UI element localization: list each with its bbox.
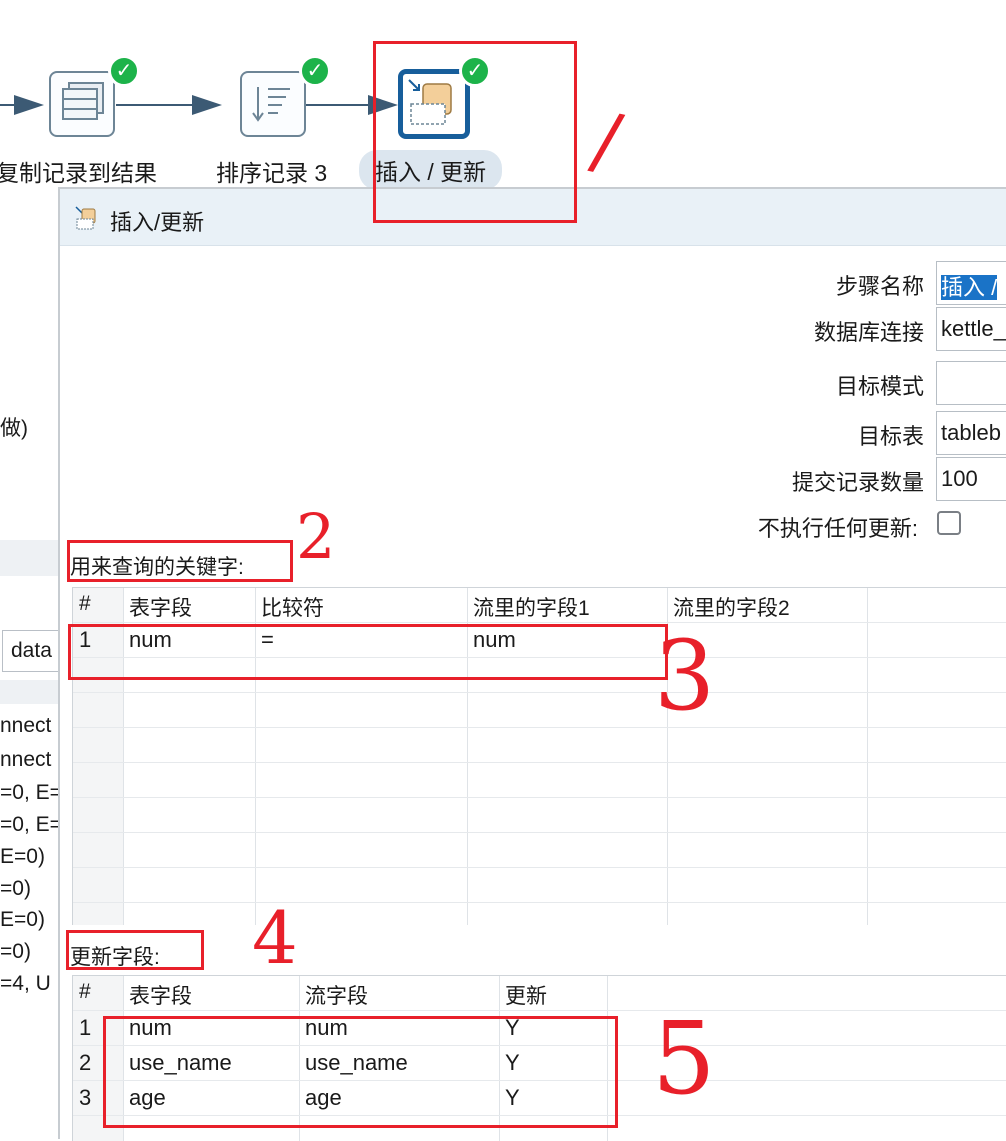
hop-line (306, 104, 374, 106)
commit-size-input[interactable]: 100 (936, 457, 1006, 501)
log-line: =4, U (0, 972, 51, 995)
annotation-number-2: 2 (296, 500, 336, 573)
log-toolbar (0, 540, 60, 576)
sort-icon (252, 87, 290, 122)
annotation-box-2 (67, 540, 293, 582)
log-line: =0) (0, 877, 31, 900)
annotation-box-5 (103, 1016, 618, 1128)
copy-rows-icon (62, 82, 104, 120)
table-row[interactable] (73, 763, 1006, 798)
step-label-copy-rows[interactable]: 复制记录到结果 (0, 154, 157, 188)
commit-size-label: 提交记录数量 (791, 470, 924, 495)
log-line: E=0) (0, 908, 45, 931)
success-check-icon: ✓ (299, 55, 331, 87)
no-update-label: 不执行任何更新: (757, 516, 918, 541)
step-label-sort-rows[interactable]: 排序记录 3 (216, 154, 327, 188)
dialog-title: 插入/更新 (110, 210, 205, 235)
log-line: =0, E= (0, 781, 62, 804)
log-header (0, 680, 60, 704)
step-name-label: 步骤名称 (835, 274, 924, 299)
table-row[interactable] (73, 798, 1006, 833)
hop-arrow (14, 95, 44, 115)
hop-arrow (192, 95, 222, 115)
table-header-row: # 表字段 比较符 流里的字段1 流里的字段2 (73, 588, 1006, 623)
target-table-input[interactable]: tableb (936, 411, 1006, 455)
annotation-number-4: 4 (252, 896, 298, 980)
step-name-input[interactable]: 插入 / (936, 261, 1006, 305)
no-update-checkbox[interactable] (937, 511, 961, 535)
insert-update-icon (75, 206, 96, 230)
log-text: 做) (0, 417, 28, 440)
target-table-label: 目标表 (857, 424, 924, 449)
annotation-box-1 (373, 41, 577, 223)
success-check-icon: ✓ (108, 55, 140, 87)
log-line: nnect (0, 748, 52, 771)
log-tab[interactable]: data (2, 630, 61, 672)
sort-rows-step[interactable] (240, 71, 306, 137)
log-line: =0) (0, 940, 31, 963)
copy-rows-to-result-step[interactable] (49, 71, 115, 137)
hop-line (116, 104, 196, 106)
log-line: nnect (0, 714, 52, 737)
annotation-number-5: 5 (652, 1000, 716, 1117)
table-row[interactable] (73, 868, 1006, 903)
annotation-number-3: 3 (654, 620, 716, 732)
table-row[interactable] (73, 693, 1006, 728)
target-schema-label: 目标模式 (835, 374, 924, 399)
db-connection-label: 数据库连接 (813, 320, 924, 345)
db-connection-select[interactable]: kettle_ (936, 307, 1006, 351)
annotation-box-3 (68, 624, 668, 680)
table-row[interactable] (73, 728, 1006, 763)
table-header-row: # 表字段 流字段 更新 (73, 976, 1006, 1011)
target-schema-input[interactable] (936, 361, 1006, 405)
log-line: =0, E= (0, 813, 62, 836)
log-line: E=0) (0, 845, 45, 868)
table-row[interactable] (73, 833, 1006, 868)
annotation-box-4 (66, 930, 204, 970)
